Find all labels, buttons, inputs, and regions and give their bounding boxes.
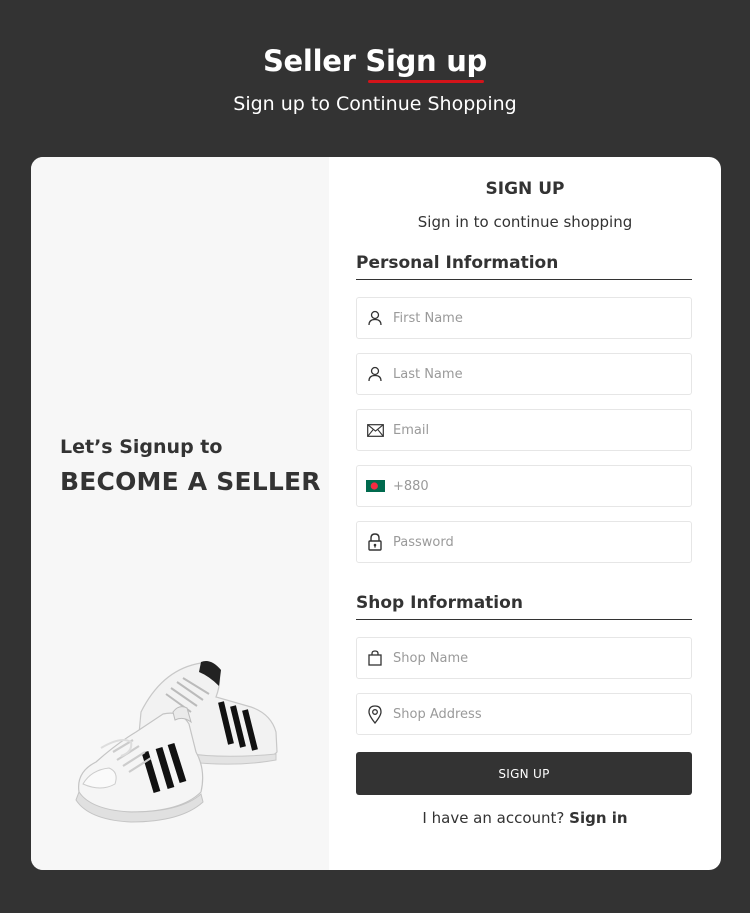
email-field[interactable] <box>356 409 692 451</box>
form-title: SIGN UP <box>485 179 565 199</box>
signup-button[interactable]: SIGN UP <box>356 752 692 795</box>
last-name-field[interactable] <box>356 353 692 395</box>
page-title-highlight: Sign up <box>365 44 488 83</box>
signin-prompt-text: I have an account? <box>422 809 565 827</box>
form-subtitle: Sign in to continue shopping <box>417 213 633 231</box>
signup-card: Let’s Signup to BECOME A SELLER SIGN UP … <box>31 157 721 870</box>
title-underline <box>368 80 485 83</box>
shop-info-heading: Shop Information <box>356 593 692 620</box>
password-input[interactable] <box>393 522 691 562</box>
signup-form: SIGN UP Sign in to continue shopping Per… <box>329 157 721 870</box>
shop-address-field[interactable] <box>356 693 692 735</box>
shop-name-field[interactable] <box>356 637 692 679</box>
phone-input[interactable] <box>393 466 691 506</box>
sneaker-image <box>75 661 278 823</box>
personal-info-heading: Personal Information <box>356 253 692 280</box>
promo-heading: BECOME A SELLER <box>60 467 321 496</box>
shop-address-input[interactable] <box>393 694 691 734</box>
map-pin-icon <box>357 694 393 734</box>
promo-tagline: Let’s Signup to <box>60 436 223 458</box>
user-icon <box>357 354 393 394</box>
first-name-field[interactable] <box>356 297 692 339</box>
signin-prompt: I have an account? Sign in <box>329 809 721 827</box>
first-name-input[interactable] <box>393 298 691 338</box>
page-header: Seller Sign up Sign up to Continue Shopp… <box>0 0 750 158</box>
phone-field[interactable] <box>356 465 692 507</box>
page-title-part2: Sign up <box>365 44 488 78</box>
shop-name-input[interactable] <box>393 638 691 678</box>
page-subtitle: Sign up to Continue Shopping <box>233 93 517 115</box>
last-name-input[interactable] <box>393 354 691 394</box>
page-title-part1: Seller <box>262 44 356 78</box>
shopping-bag-icon <box>357 638 393 678</box>
page-title: Seller Sign up <box>0 44 750 83</box>
bangladesh-flag-icon <box>357 466 393 506</box>
signin-link[interactable]: Sign in <box>569 809 627 827</box>
password-field[interactable] <box>356 521 692 563</box>
lock-icon <box>357 522 393 562</box>
promo-panel: Let’s Signup to BECOME A SELLER <box>31 157 329 870</box>
email-input[interactable] <box>393 410 691 450</box>
user-icon <box>357 298 393 338</box>
envelope-icon <box>357 410 393 450</box>
